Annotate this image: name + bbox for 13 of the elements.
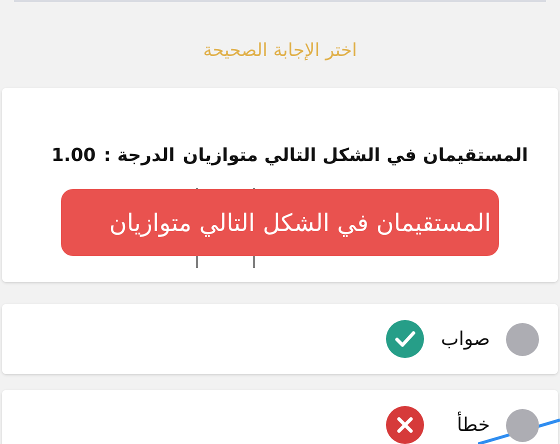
close-icon [386,406,424,444]
answer-option[interactable]: صواب [2,304,558,374]
grade-label: الدرجة : [104,144,175,168]
option-label: خطأ [456,410,490,438]
instruction-heading: اختر الإجابة الصحيحة [203,38,357,62]
question-text: المستقيمان في الشكل التالي متوازيان [182,144,528,168]
check-icon [386,320,424,358]
radio-button[interactable] [506,408,539,442]
grade-value: 1.00 [51,144,96,168]
option-label: صواب [440,326,490,352]
answer-option[interactable]: خطأ [2,390,558,444]
radio-button[interactable] [506,322,539,356]
toast-message: المستقيمان في الشكل التالي متوازيان [61,189,499,256]
